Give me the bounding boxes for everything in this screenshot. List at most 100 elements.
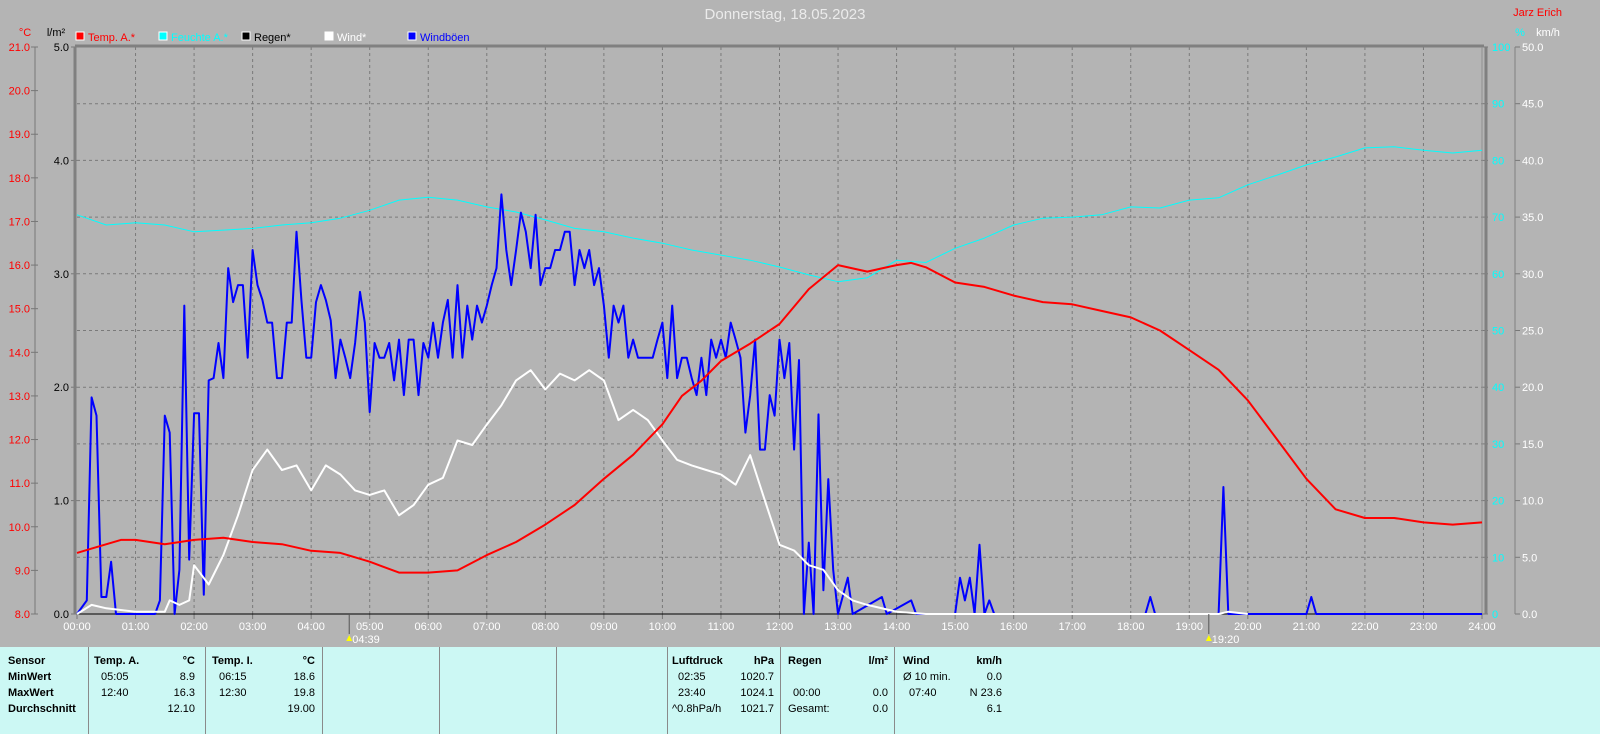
wind-tick-label: 35.0 (1522, 212, 1543, 224)
wind-tick-label: 15.0 (1522, 439, 1543, 451)
pressure-max: 1024.1 (740, 687, 774, 699)
author-label: Jarz Erich (1513, 7, 1562, 19)
pressure-min: 1020.7 (740, 671, 774, 683)
legend-swatch (158, 31, 168, 41)
humidity-tick-label: 80 (1492, 155, 1504, 167)
rain-unit: l/m² (47, 27, 66, 39)
rain-time: 00:00 (793, 687, 821, 699)
humidity-tick-label: 0 (1492, 609, 1498, 621)
x-tick-label: 18:00 (1117, 621, 1145, 633)
stats-col-rain: Regen l/m² 00:00 0.0 Gesamt: 0.0 (780, 647, 894, 734)
stats-col-pressure: Luftdruck hPa 02:35 1020.7 23:40 1024.1 ^0.… (667, 647, 780, 734)
x-tick-label: 05:00 (356, 621, 384, 633)
temp-tick-label: 12.0 (9, 435, 30, 447)
x-tick-label: 16:00 (1000, 621, 1028, 633)
x-tick-label: 13:00 (824, 621, 852, 633)
x-tick-label: 04:00 (297, 621, 325, 633)
wind-tick-label: 10.0 (1522, 496, 1543, 508)
humidity-tick-label: 40 (1492, 382, 1504, 394)
temp-a-unit: °C (182, 655, 195, 667)
legend-swatch (324, 31, 334, 41)
temp-tick-label: 8.0 (15, 609, 30, 621)
rain-total-label: Gesamt: (788, 703, 830, 715)
legend-swatch (407, 31, 417, 41)
wind-tick-label: 30.0 (1522, 269, 1543, 281)
wind-max-time: 07:40 (909, 687, 937, 699)
temp-a-min: 8.9 (179, 671, 195, 683)
temp-a-avg: 12.10 (167, 703, 195, 715)
legend-swatch (75, 31, 85, 41)
stats-col-empty-3 (556, 647, 667, 734)
legend-label: Wind* (337, 32, 367, 44)
wind-tick-label: 40.0 (1522, 155, 1543, 167)
legend-label: Temp. A.* (88, 32, 136, 44)
stats-col-temp-a: Temp. A. °C 05:05 8.9 12:40 16.3 12.10 (88, 647, 205, 734)
grid (77, 47, 1482, 614)
rain-header: Regen (788, 655, 822, 667)
humidity-tick-label: 90 (1492, 99, 1504, 111)
legend-label: Windböen (420, 32, 470, 44)
temp-i-header: Temp. I. (212, 655, 253, 667)
x-tick-label: 00:00 (63, 621, 91, 633)
sensor-header: Sensor (8, 655, 46, 667)
temp-tick-label: 11.0 (9, 478, 30, 490)
temp-i-min: 18.6 (293, 671, 315, 683)
pressure-unit: hPa (753, 655, 774, 667)
humidity-tick-label: 100 (1492, 42, 1510, 54)
temp-tick-label: 20.0 (9, 86, 30, 98)
rain-tick-label: 3.0 (54, 269, 69, 281)
rain-unit: l/m² (868, 655, 888, 667)
rain-tick-label: 2.0 (54, 382, 69, 394)
wind-tick-label: 50.0 (1522, 42, 1543, 54)
x-tick-label: 14:00 (883, 621, 911, 633)
wind-tick-label: 5.0 (1522, 552, 1537, 564)
humidity-tick-label: 70 (1492, 212, 1504, 224)
humidity-tick-label: 10 (1492, 552, 1504, 564)
temp-tick-label: 16.0 (9, 260, 30, 272)
temp-a-min-time: 05:05 (101, 671, 129, 683)
x-tick-label: 08:00 (532, 621, 560, 633)
temp-tick-label: 13.0 (9, 391, 30, 403)
wind-tick-label: 25.0 (1522, 326, 1543, 338)
humidity-unit: % (1515, 27, 1525, 39)
wind-unit: km/h (1536, 27, 1560, 39)
humidity-tick-label: 50 (1492, 326, 1504, 338)
pressure-trend: ^0.8hPa/h (672, 703, 722, 715)
stats-col-temp-i: Temp. I. °C 06:15 18.6 12:30 19.8 19.00 (205, 647, 322, 734)
sunrise-label: 04:39 (352, 634, 380, 646)
stats-col-empty-1 (322, 647, 439, 734)
x-tick-label: 12:00 (766, 621, 794, 633)
temp-i-unit: °C (302, 655, 315, 667)
temp-tick-label: 14.0 (9, 347, 30, 359)
durchschnitt-label: Durchschnitt (8, 703, 76, 715)
minwert-label: MinWert (8, 671, 52, 683)
wind-header: Wind (903, 655, 930, 667)
rain-tick-label: 4.0 (54, 155, 69, 167)
wind-avg: 6.1 (986, 703, 1002, 715)
humidity-tick-label: 60 (1492, 269, 1504, 281)
temp-i-avg: 19.00 (287, 703, 315, 715)
x-tick-label: 20:00 (1234, 621, 1262, 633)
x-tick-label: 10:00 (649, 621, 677, 633)
pressure-header: Luftdruck (672, 655, 723, 667)
wind-tick-label: 0.0 (1522, 609, 1537, 621)
stats-col-sensor: Sensor MinWert MaxWert Durchschnitt (0, 647, 88, 734)
temp-tick-label: 21.0 (9, 42, 30, 54)
legend-swatch (241, 31, 251, 41)
temp-tick-label: 9.0 (15, 565, 30, 577)
rain-tick-label: 0.0 (54, 609, 69, 621)
stats-panel: Sensor MinWert MaxWert Durchschnitt Temp… (0, 647, 1600, 734)
wind-avg10-label: Ø 10 min. (903, 671, 951, 683)
pressure-min-time: 02:35 (678, 671, 706, 683)
stats-col-wind: Wind km/h Ø 10 min. 0.0 07:40 N 23.6 6.1 (894, 647, 1010, 734)
x-tick-label: 02:00 (180, 621, 208, 633)
temp-a-max-time: 12:40 (101, 687, 129, 699)
legend-label: Regen* (254, 32, 291, 44)
temp-i-max-time: 12:30 (219, 687, 247, 699)
legend-label: Feuchte A.* (171, 32, 229, 44)
x-tick-label: 17:00 (1058, 621, 1086, 633)
x-tick-label: 06:00 (414, 621, 442, 633)
x-tick-label: 03:00 (239, 621, 267, 633)
x-tick-label: 19:00 (1176, 621, 1204, 633)
temp-tick-label: 15.0 (9, 304, 30, 316)
